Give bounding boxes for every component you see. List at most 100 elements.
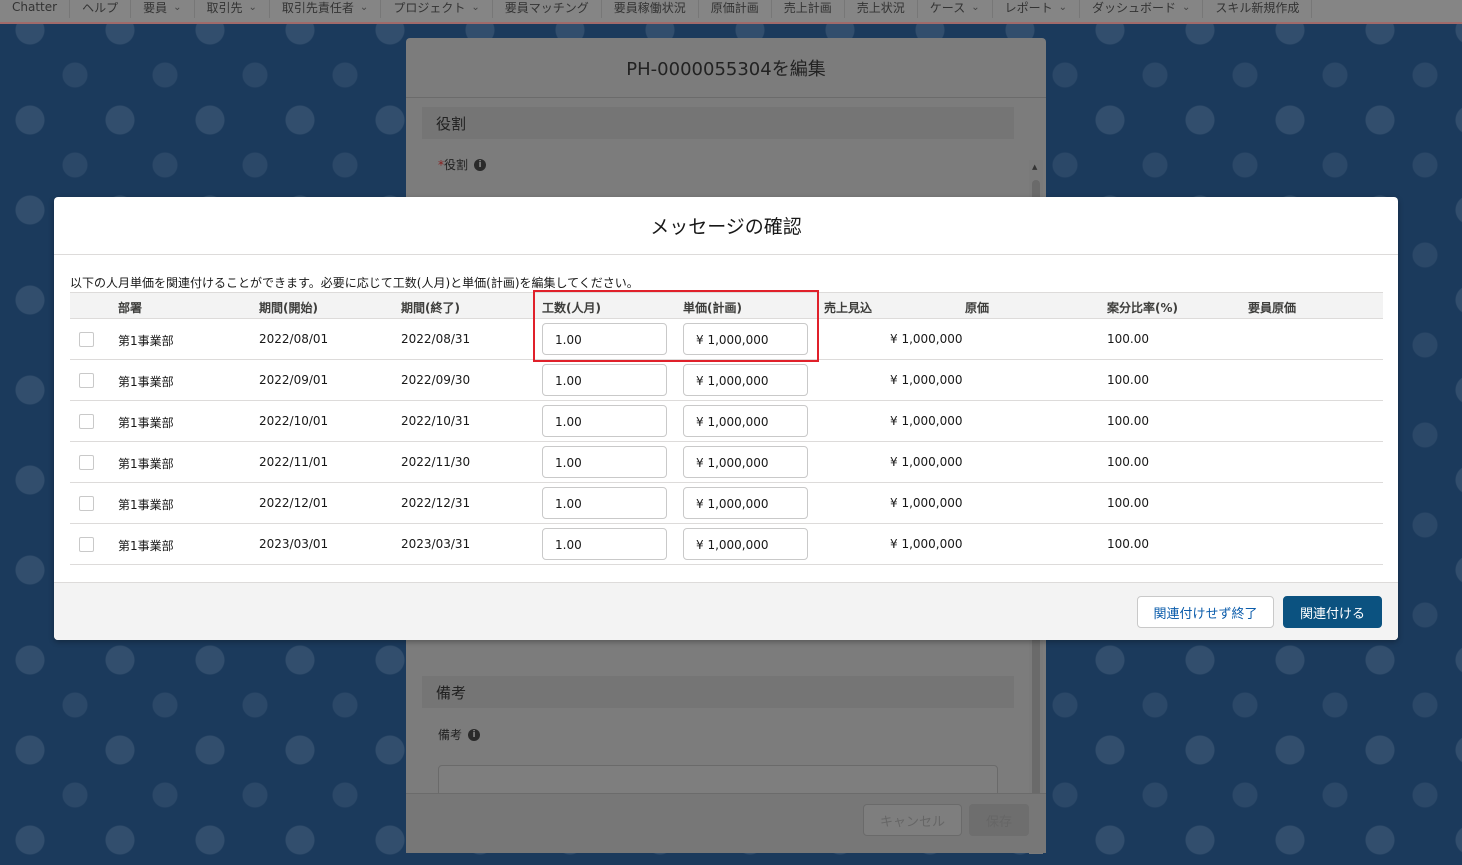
cell-start: 2022/08/01 (259, 332, 329, 346)
cell-sales: ¥ 1,000,000 (890, 455, 963, 469)
nav-item[interactable]: 取引先 ⌄ (195, 0, 270, 18)
cell-dept: 第1事業部 (118, 375, 174, 389)
table-row: 第1事業部 2022/09/01 2022/09/30 ¥ 1,000,000 100.… (70, 360, 1383, 401)
cell-end: 2022/09/30 (401, 373, 471, 387)
confirm-modal-footer: 関連付けせず終了 関連付ける (54, 582, 1398, 640)
unit-price-input[interactable]: ¥ 1,000,000 (683, 405, 808, 437)
edit-modal-footer: キャンセル 保存 (406, 793, 1046, 853)
nav-item-label: レポート (1004, 0, 1053, 15)
chevron-down-icon[interactable]: ⌄ (971, 2, 979, 13)
effort-input[interactable]: 1.00 (542, 364, 667, 396)
chevron-down-icon[interactable]: ⌄ (249, 2, 257, 13)
cell-sales: ¥ 1,000,000 (890, 414, 963, 428)
info-icon[interactable]: i (474, 158, 487, 171)
section-notes-header[interactable]: 備考 (422, 676, 1014, 708)
row-checkbox[interactable] (79, 414, 94, 429)
save-button-label: 保存 (985, 814, 1012, 830)
cell-end: 2022/10/31 (401, 414, 471, 428)
cell-sales: ¥ 1,000,000 (890, 332, 963, 346)
nav-item-label: 取引先責任者 (281, 0, 354, 15)
col-end[interactable]: 期間(終了) (401, 299, 460, 316)
cell-dept: 第1事業部 (118, 457, 174, 471)
col-dept[interactable]: 部署 (118, 299, 142, 316)
chevron-down-icon[interactable]: ⌄ (173, 2, 181, 13)
cell-end: 2022/12/31 (401, 496, 471, 510)
cell-dept: 第1事業部 (118, 539, 174, 553)
cell-end: 2023/03/31 (401, 537, 471, 551)
cancel-button[interactable]: キャンセル (863, 804, 962, 836)
unit-price-input[interactable]: ¥ 1,000,000 (683, 446, 808, 478)
link-button[interactable]: 関連付ける (1283, 596, 1382, 628)
nav-item[interactable]: 原価計画 (699, 0, 772, 18)
cell-end: 2022/08/31 (401, 332, 471, 346)
nav-item[interactable]: ダッシュボード ⌄ (1080, 0, 1204, 18)
section-role-header[interactable]: 役割 (422, 107, 1014, 139)
cell-start: 2022/10/01 (259, 414, 329, 428)
nav-item-label: スキル新規作成 (1215, 0, 1300, 15)
nav-item[interactable]: 要員稼働状況 (602, 0, 699, 18)
finish-without-link-label: 関連付けせず終了 (1153, 606, 1258, 622)
effort-input[interactable]: 1.00 (542, 528, 667, 560)
scroll-up-icon[interactable]: ▲ (1032, 163, 1037, 171)
nav-item[interactable]: 要員マッチング (493, 0, 602, 18)
highlight-annotation (533, 290, 819, 362)
effort-input[interactable]: 1.00 (542, 487, 667, 519)
chevron-down-icon[interactable]: ⌄ (360, 2, 368, 13)
cell-sales: ¥ 1,000,000 (890, 496, 963, 510)
nav-item[interactable]: 売上状況 (845, 0, 918, 18)
cell-ratio: 100.00 (1107, 496, 1149, 510)
unit-price-input[interactable]: ¥ 1,000,000 (683, 487, 808, 519)
effort-input[interactable]: 1.00 (542, 446, 667, 478)
cell-ratio: 100.00 (1107, 414, 1149, 428)
nav-item[interactable]: レポート ⌄ (993, 0, 1080, 18)
role-field-label: *役割 i (438, 156, 487, 173)
cell-ratio: 100.00 (1107, 455, 1149, 469)
notes-field-label: 備考 i (438, 726, 481, 743)
row-checkbox[interactable] (79, 537, 94, 552)
col-cost[interactable]: 原価 (965, 299, 989, 316)
nav-item[interactable]: 要員 ⌄ (131, 0, 195, 18)
chevron-down-icon[interactable]: ⌄ (1182, 2, 1190, 13)
nav-item-label: 要員 (143, 0, 168, 15)
cell-start: 2022/11/01 (259, 455, 329, 469)
nav-item[interactable]: 取引先責任者 ⌄ (270, 0, 382, 18)
nav-item[interactable]: ケース ⌄ (918, 0, 993, 18)
row-checkbox[interactable] (79, 373, 94, 388)
col-start[interactable]: 期間(開始) (259, 299, 318, 316)
unit-price-input[interactable]: ¥ 1,000,000 (683, 364, 808, 396)
nav-item[interactable]: Chatter (0, 0, 71, 18)
cell-ratio: 100.00 (1107, 537, 1149, 551)
chevron-down-icon[interactable]: ⌄ (1059, 2, 1067, 13)
row-checkbox[interactable] (79, 496, 94, 511)
col-staff-cost[interactable]: 要員原価 (1248, 299, 1296, 316)
table-row: 第1事業部 2022/12/01 2022/12/31 ¥ 1,000,000 100.… (70, 483, 1383, 524)
unit-price-input[interactable]: ¥ 1,000,000 (683, 528, 808, 560)
nav-item-label: 原価計画 (710, 0, 759, 15)
save-button[interactable]: 保存 (969, 804, 1029, 836)
nav-item-label: プロジェクト (393, 0, 466, 15)
effort-input[interactable]: 1.00 (542, 405, 667, 437)
nav-item-label: ヘルプ (82, 0, 119, 15)
cell-dept: 第1事業部 (118, 416, 174, 430)
info-icon[interactable]: i (468, 728, 481, 741)
link-button-label: 関連付ける (1299, 606, 1365, 622)
col-ratio[interactable]: 案分比率(%) (1107, 299, 1178, 316)
finish-without-link-button[interactable]: 関連付けせず終了 (1137, 596, 1274, 628)
section-role-title: 役割 (436, 114, 467, 133)
nav-item-label: ケース (929, 0, 966, 15)
chevron-down-icon[interactable]: ⌄ (471, 2, 479, 13)
row-checkbox[interactable] (79, 332, 94, 347)
nav-item[interactable]: プロジェクト ⌄ (381, 0, 493, 18)
nav-item-label: 売上計画 (783, 0, 832, 15)
nav-item[interactable]: スキル新規作成 (1203, 0, 1313, 18)
nav-item[interactable]: 売上計画 (772, 0, 845, 18)
top-navigation: Chatter ヘルプ 要員 ⌄ 取引先 ⌄ 取引先責任者 ⌄ プロジェクト ⌄ 要員マッチング 要員… (0, 0, 1462, 24)
col-sales[interactable]: 売上見込 (824, 299, 872, 316)
nav-item[interactable]: ヘルプ (70, 0, 132, 18)
cell-end: 2022/11/30 (401, 455, 471, 469)
confirm-description: 以下の人月単価を関連付けることができます。必要に応じて工数(人月)と単価(計画)… (70, 276, 639, 290)
row-checkbox[interactable] (79, 455, 94, 470)
nav-item-label: 取引先 (206, 0, 243, 15)
cell-dept: 第1事業部 (118, 334, 174, 348)
edit-modal-title: PH-0000055304を編集 (406, 38, 1046, 98)
